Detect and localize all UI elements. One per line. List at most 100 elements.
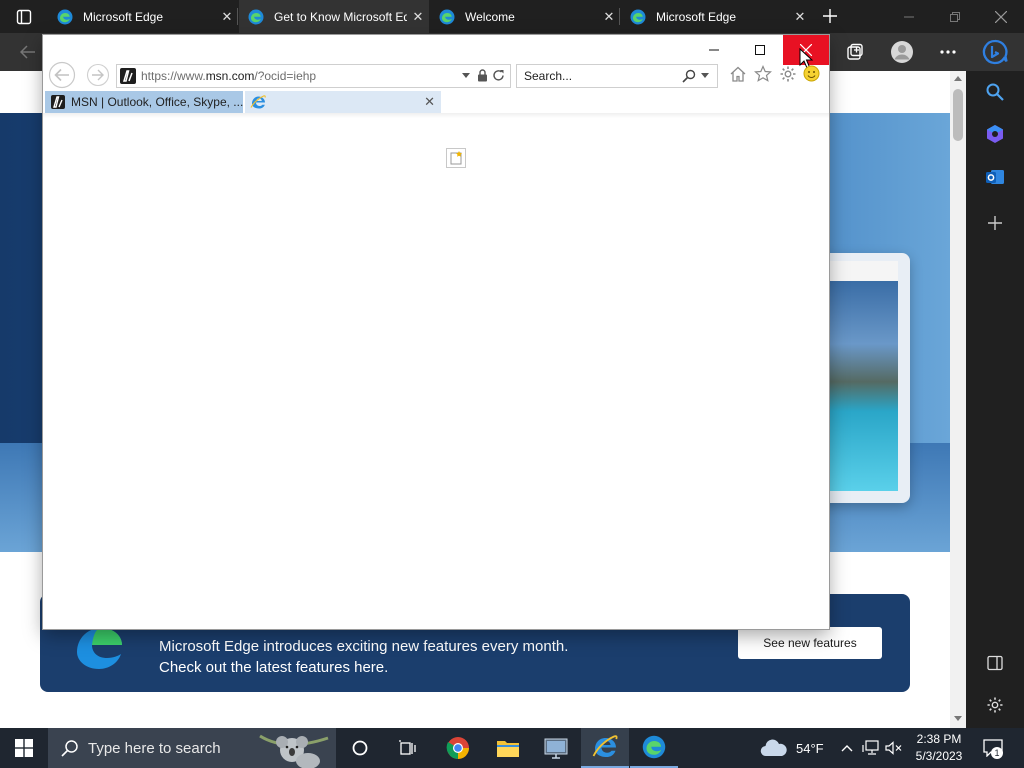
bing-chat-button[interactable] bbox=[979, 33, 1011, 71]
new-tab-icon bbox=[450, 151, 462, 165]
see-new-features-button[interactable]: See new features bbox=[738, 627, 882, 659]
ie-back-button[interactable] bbox=[48, 61, 76, 89]
ie-feedback-button[interactable] bbox=[803, 65, 820, 82]
close-tab-icon[interactable]: ✕ bbox=[407, 9, 429, 25]
search-icon[interactable] bbox=[682, 69, 696, 83]
device-browser-bar bbox=[829, 261, 898, 281]
koala-illustration-icon bbox=[259, 734, 329, 768]
cortana-button[interactable] bbox=[336, 728, 384, 768]
page-scrollbar[interactable] bbox=[950, 71, 966, 728]
search-icon bbox=[61, 740, 78, 757]
plus-icon bbox=[823, 9, 837, 23]
start-button[interactable] bbox=[0, 728, 48, 768]
tab-actions-button[interactable] bbox=[8, 6, 40, 28]
close-tab-icon[interactable]: ✕ bbox=[789, 9, 811, 25]
search-icon bbox=[986, 83, 1004, 101]
lock-icon[interactable] bbox=[477, 69, 488, 82]
add-icon bbox=[988, 216, 1002, 230]
refresh-icon[interactable] bbox=[492, 69, 505, 82]
bing-chat-icon bbox=[987, 125, 1003, 143]
ie-tools-button[interactable] bbox=[779, 65, 797, 83]
taskbar-search-box[interactable]: Type here to search bbox=[48, 728, 336, 768]
edge-tab-3[interactable]: Welcome ✕ bbox=[430, 0, 620, 33]
tab-actions-icon bbox=[16, 9, 32, 25]
sidebar-add-button[interactable] bbox=[981, 209, 1009, 237]
scroll-down-icon[interactable] bbox=[954, 716, 962, 722]
edge-tab-1[interactable]: Microsoft Edge ✕ bbox=[48, 0, 238, 33]
close-tab-icon[interactable]: ✕ bbox=[598, 9, 620, 25]
profile-button[interactable] bbox=[886, 33, 918, 71]
chevron-down-icon[interactable] bbox=[462, 73, 470, 78]
ie-new-tab-button[interactable] bbox=[446, 148, 466, 168]
ie-forward-button[interactable] bbox=[86, 63, 110, 87]
forward-arrow-icon bbox=[86, 63, 110, 87]
edge-tab-title: Get to Know Microsoft Edge bbox=[274, 9, 407, 24]
edge-tab-2[interactable]: Get to Know Microsoft Edge ✕ bbox=[239, 0, 429, 33]
ie-search-box[interactable]: Search... bbox=[516, 64, 718, 88]
star-icon bbox=[754, 65, 772, 82]
volume-muted-icon bbox=[885, 741, 902, 755]
edge-restore-button[interactable] bbox=[932, 0, 978, 33]
sidebar-search-button[interactable] bbox=[981, 78, 1009, 106]
edge-tab-title: Microsoft Edge bbox=[656, 9, 737, 24]
msn-site-icon bbox=[120, 68, 136, 84]
edge-logo-icon bbox=[57, 9, 73, 24]
new-tab-button[interactable] bbox=[818, 4, 842, 28]
chevron-down-icon[interactable] bbox=[701, 73, 709, 78]
close-tab-icon[interactable]: ✕ bbox=[424, 94, 435, 110]
ie-tab-new[interactable]: ✕ bbox=[245, 91, 441, 113]
back-button[interactable] bbox=[12, 33, 44, 71]
windows-logo-icon bbox=[15, 739, 33, 757]
task-view-icon bbox=[399, 740, 416, 755]
device-screen-image bbox=[829, 281, 898, 491]
taskbar-clock[interactable]: 2:38 PM 5/3/2023 bbox=[908, 731, 970, 765]
sidebar-bing-chat-button[interactable] bbox=[981, 120, 1009, 148]
ie-minimize-button[interactable] bbox=[691, 35, 737, 65]
ie-address-bar[interactable]: https://www.msn.com/?ocid=iehp bbox=[116, 64, 511, 88]
restore-icon bbox=[950, 11, 960, 22]
show-hidden-icons-button[interactable] bbox=[838, 728, 856, 768]
edge-minimize-button[interactable] bbox=[886, 0, 932, 33]
collections-button[interactable] bbox=[839, 33, 871, 71]
tab-separator bbox=[619, 8, 620, 25]
settings-icon bbox=[987, 697, 1003, 713]
edge-tab-4[interactable]: Microsoft Edge ✕ bbox=[621, 0, 811, 33]
chrome-taskbar-button[interactable] bbox=[434, 728, 482, 768]
volume-button[interactable] bbox=[884, 728, 904, 768]
more-icon bbox=[940, 50, 956, 54]
edge-close-button[interactable] bbox=[978, 0, 1024, 33]
scroll-up-icon[interactable] bbox=[954, 75, 962, 81]
chevron-up-icon bbox=[841, 745, 853, 752]
edge-sidebar bbox=[966, 71, 1024, 728]
ie-tab-msn[interactable]: MSN | Outlook, Office, Skype, ... bbox=[45, 91, 243, 113]
weather-temperature: 54°F bbox=[796, 740, 824, 756]
ie-favorites-button[interactable] bbox=[754, 65, 772, 83]
ie-search-placeholder: Search... bbox=[524, 69, 573, 83]
sidebar-settings-button[interactable] bbox=[981, 691, 1009, 719]
ie-url-text[interactable]: https://www.msn.com/?ocid=iehp bbox=[141, 69, 316, 83]
folder-icon bbox=[497, 741, 519, 757]
task-view-button[interactable] bbox=[384, 728, 432, 768]
edge-taskbar-button[interactable] bbox=[630, 728, 678, 768]
scrollbar-thumb[interactable] bbox=[953, 89, 963, 141]
ie-maximize-button[interactable] bbox=[737, 35, 783, 65]
close-tab-icon[interactable]: ✕ bbox=[216, 9, 238, 25]
network-button[interactable] bbox=[861, 728, 881, 768]
edge-logo-icon bbox=[248, 9, 264, 24]
file-explorer-taskbar-button[interactable] bbox=[484, 728, 532, 768]
settings-and-more-button[interactable] bbox=[932, 33, 964, 71]
edge-logo-icon bbox=[439, 9, 455, 24]
weather-widget[interactable]: 54°F bbox=[760, 728, 832, 768]
internet-explorer-taskbar-button[interactable] bbox=[581, 728, 629, 768]
internet-explorer-window: https://www.msn.com/?ocid=iehp Search...… bbox=[43, 35, 829, 629]
smiley-icon bbox=[803, 65, 820, 82]
avatar-icon bbox=[891, 41, 913, 63]
minimize-icon bbox=[904, 16, 914, 17]
ie-tab-row: MSN | Outlook, Office, Skype, ... ✕ bbox=[43, 91, 829, 168]
sidebar-outlook-button[interactable] bbox=[981, 163, 1009, 191]
network-icon bbox=[862, 740, 879, 755]
notifications-button[interactable]: 1 bbox=[980, 728, 1006, 768]
sidebar-split-screen-button[interactable] bbox=[981, 649, 1009, 677]
remote-desktop-taskbar-button[interactable] bbox=[532, 728, 580, 768]
ie-home-button[interactable] bbox=[729, 65, 747, 83]
